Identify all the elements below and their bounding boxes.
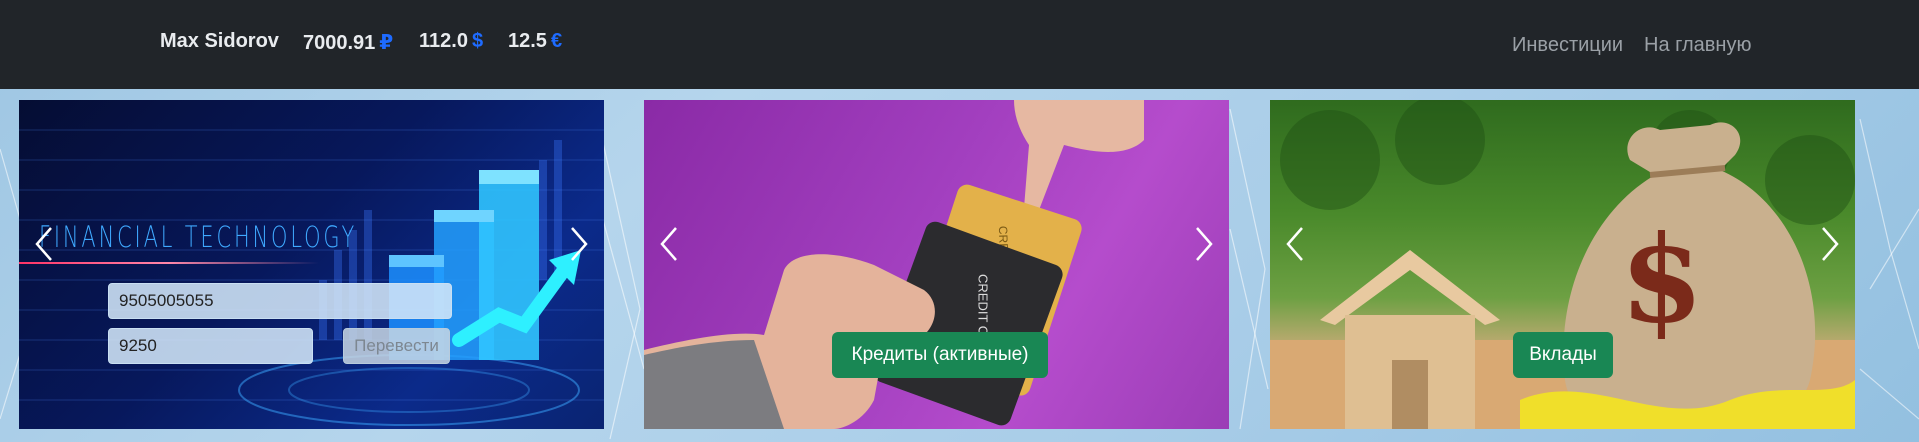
balance-eur: 12.5 € [508, 30, 562, 53]
deposits-carousel: $ Вклады [1270, 100, 1855, 429]
eur-currency-icon: € [550, 30, 563, 52]
transfer-button[interactable]: Перевести [343, 328, 450, 364]
carousel-prev-button[interactable] [1284, 224, 1306, 264]
phone-input[interactable]: 9505005055 [108, 283, 452, 319]
credits-button[interactable]: Кредиты (активные) [832, 332, 1048, 378]
rub-currency-icon: ₽ [379, 32, 394, 54]
money-bag-illustration [1270, 100, 1855, 429]
chevron-right-icon [571, 227, 588, 261]
fintech-image-title: FINANCIAL TECHNOLOGY [39, 220, 358, 254]
balance-rub: 7000.91 ₽ [303, 30, 393, 55]
dollar-sign-icon: $ [1620, 209, 1704, 350]
nav-link-investments[interactable]: Инвестиции [1512, 34, 1623, 57]
chevron-right-icon [1822, 227, 1839, 261]
balance-usd-amount: 112.0 [419, 30, 468, 52]
balance-usd: 112.0 $ [419, 30, 483, 53]
nav-link-home[interactable]: На главную [1644, 34, 1751, 57]
fintech-illustration [19, 129, 604, 426]
chevron-left-icon [660, 227, 677, 261]
credits-carousel: CREDIT CARD CREDIT CARD Кредиты (активны… [644, 100, 1229, 429]
carousel-prev-button[interactable] [658, 224, 680, 264]
chevron-left-icon [1286, 227, 1303, 261]
transfer-carousel: FINANCIAL TECHNOLOGY 9505005055 9250 Пер… [19, 100, 604, 429]
balance-rub-amount: 7000.91 [303, 32, 376, 54]
carousel-next-button[interactable] [1819, 224, 1841, 264]
carousel-next-button[interactable] [1193, 224, 1215, 264]
usd-currency-icon: $ [471, 30, 484, 52]
title-underline [19, 262, 319, 264]
user-name: Max Sidorov [160, 30, 279, 52]
chevron-left-icon [35, 227, 52, 261]
amount-input[interactable]: 9250 [108, 328, 313, 364]
deposits-button[interactable]: Вклады [1513, 332, 1613, 378]
carousel-prev-button[interactable] [33, 224, 55, 264]
balance-eur-amount: 12.5 [508, 30, 547, 52]
credit-cards-illustration: CREDIT CARD CREDIT CARD [644, 100, 1144, 429]
top-navbar: Max Sidorov 7000.91 ₽ 112.0 $ 12.5 € Инвест… [0, 0, 1919, 89]
chevron-right-icon [1196, 227, 1213, 261]
carousel-next-button[interactable] [568, 224, 590, 264]
